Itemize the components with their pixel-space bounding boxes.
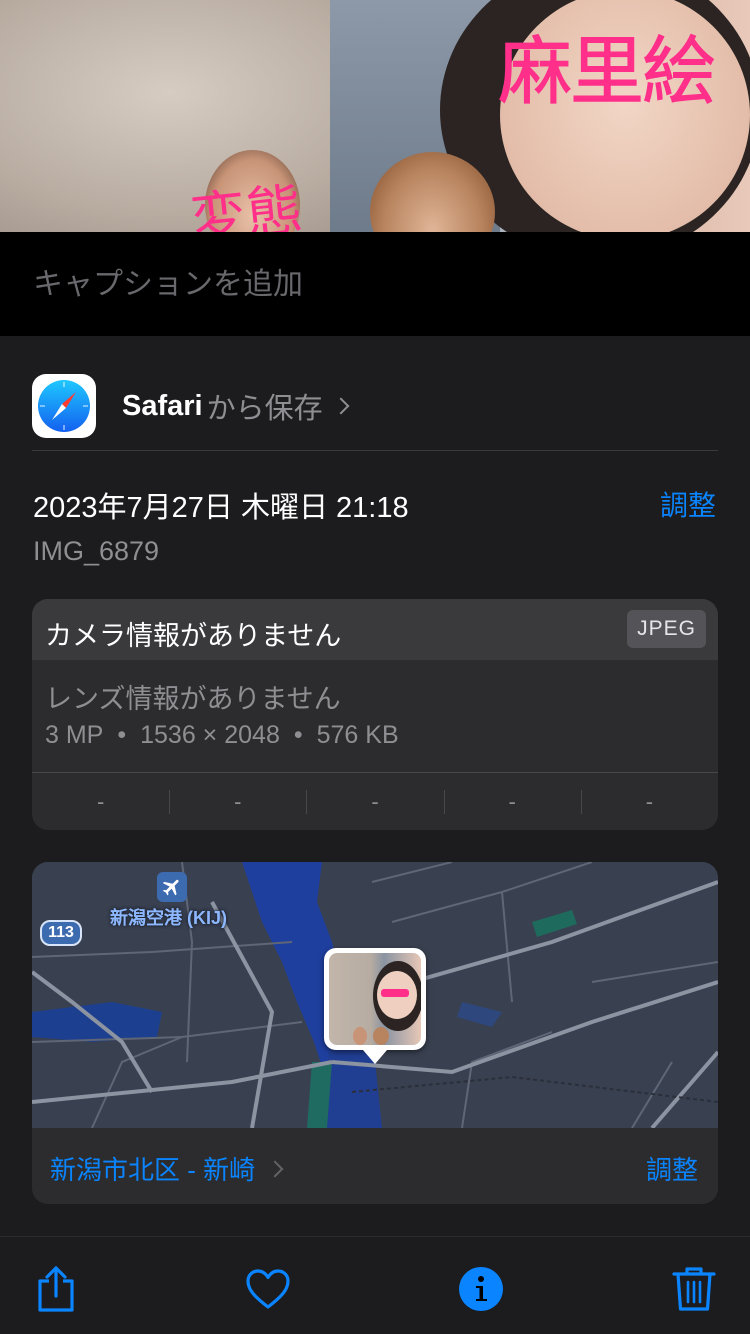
camera-info-header: カメラ情報がありません JPEG bbox=[32, 599, 718, 660]
separator: • bbox=[117, 721, 127, 749]
camera-info: カメラ情報がありません bbox=[45, 621, 342, 651]
exif-iso: - bbox=[96, 789, 105, 814]
adjust-date-button[interactable]: 調整 bbox=[660, 484, 716, 524]
megapixels: 3 MP bbox=[45, 721, 104, 749]
chevron-right-icon bbox=[332, 397, 350, 415]
format-badge: JPEG bbox=[627, 610, 706, 648]
exif-focal-length: - bbox=[169, 773, 306, 830]
location-name: 新潟市北区 - 新崎 bbox=[50, 1155, 256, 1185]
photo-location-pin[interactable] bbox=[324, 948, 426, 1064]
map-card: 新潟空港 (KIJ) 113 新潟市北区 - 新崎 調整 bbox=[32, 862, 718, 1204]
favorite-button[interactable] bbox=[244, 1265, 292, 1313]
pin-thumbnail-person bbox=[373, 1027, 389, 1045]
pin-thumbnail bbox=[329, 953, 421, 1045]
photo-preview[interactable]: 麻里絵 変態 bbox=[0, 0, 750, 232]
caption-area bbox=[0, 232, 750, 336]
share-button[interactable] bbox=[32, 1265, 80, 1313]
road-number-badge: 113 bbox=[40, 920, 82, 946]
photo-overlay-text-large: 麻里絵 bbox=[498, 29, 717, 116]
info-button[interactable] bbox=[457, 1265, 505, 1313]
bottom-toolbar bbox=[0, 1236, 750, 1334]
trash-icon bbox=[672, 1267, 716, 1311]
delete-button[interactable] bbox=[670, 1265, 718, 1313]
info-icon bbox=[459, 1267, 503, 1311]
file-size: 576 KB bbox=[316, 721, 399, 749]
heart-icon bbox=[246, 1269, 290, 1309]
map-footer: 新潟市北区 - 新崎 調整 bbox=[32, 1128, 718, 1204]
location-map[interactable]: 新潟空港 (KIJ) 113 bbox=[32, 862, 718, 1128]
pin-thumbnail-person bbox=[353, 1027, 367, 1045]
exif-ev: - bbox=[306, 773, 443, 830]
exif-row: - - - - - bbox=[32, 773, 718, 830]
adjust-location-button[interactable]: 調整 bbox=[646, 1150, 698, 1187]
image-specs: 3 MP • 1536 × 2048 • 576 KB bbox=[45, 721, 399, 750]
info-panel: Safari から保存 2023年7月27日 木曜日 21:18 調整 IMG_… bbox=[0, 336, 750, 1236]
lens-info: レンズ情報がありません bbox=[45, 684, 341, 714]
source-row[interactable]: Safari から保存 bbox=[32, 362, 718, 450]
location-link[interactable]: 新潟市北区 - 新崎 bbox=[50, 1150, 284, 1187]
separator: • bbox=[293, 721, 303, 749]
resolution: 1536 × 2048 bbox=[140, 721, 280, 749]
source-suffix: から保存 bbox=[206, 393, 323, 425]
chevron-right-icon bbox=[266, 1160, 284, 1177]
exif-aperture: - bbox=[443, 773, 581, 830]
source-label[interactable]: Safari から保存 bbox=[122, 385, 350, 427]
photo-date: 2023年7月27日 木曜日 21:18 bbox=[33, 492, 409, 524]
pin-thumbnail-overlay bbox=[381, 989, 409, 997]
file-name: IMG_6879 bbox=[33, 536, 160, 566]
caption-input[interactable] bbox=[33, 260, 713, 310]
exif-shutter: - bbox=[580, 773, 718, 830]
airport-label: 新潟空港 (KIJ) bbox=[110, 908, 227, 928]
source-app: Safari bbox=[122, 389, 203, 422]
photo-overlay-text-small: 変態 bbox=[187, 177, 306, 232]
airplane-icon bbox=[157, 872, 187, 902]
camera-info-card: カメラ情報がありません JPEG レンズ情報がありません 3 MP • 1536… bbox=[32, 599, 718, 830]
share-icon bbox=[38, 1266, 74, 1312]
safari-icon bbox=[32, 374, 96, 438]
divider bbox=[32, 450, 718, 451]
